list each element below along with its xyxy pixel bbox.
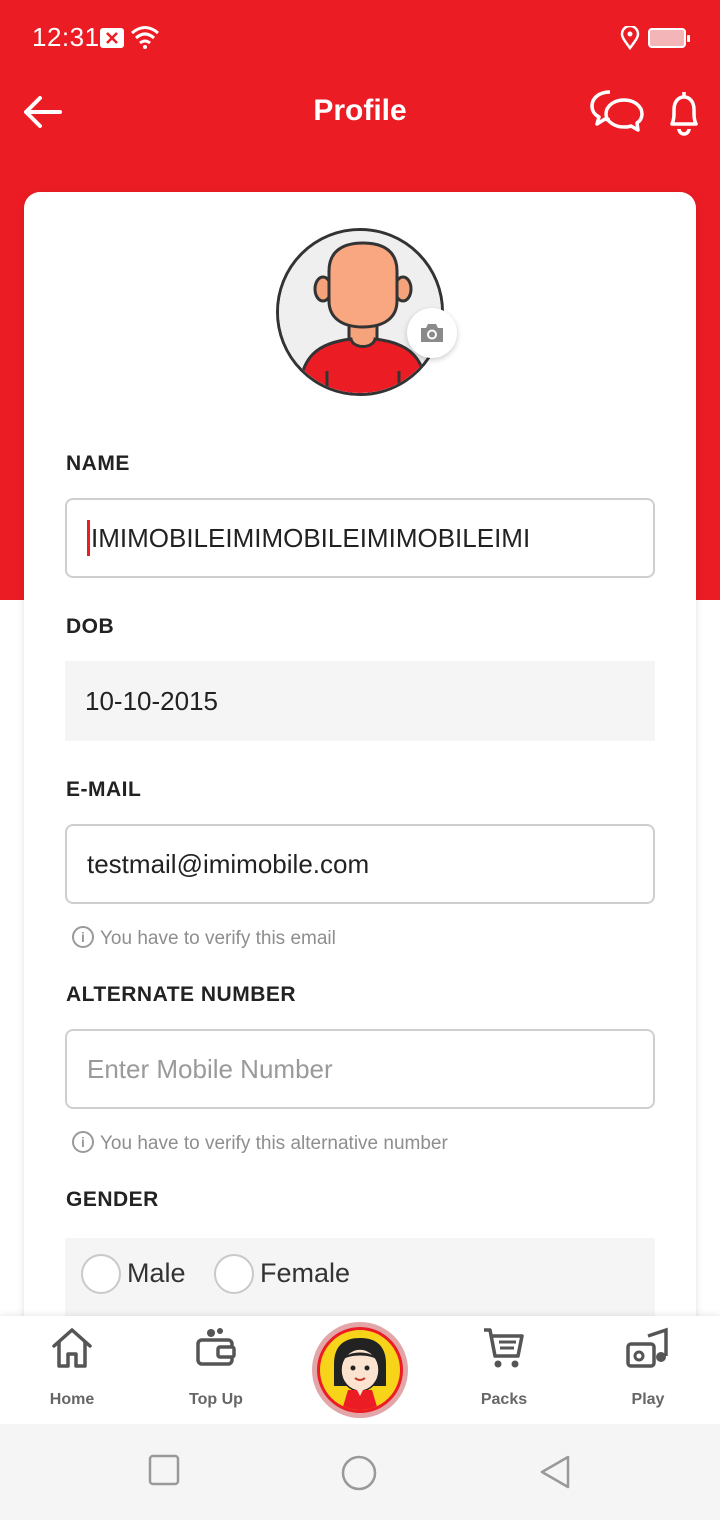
nav-packs[interactable]: Packs — [454, 1316, 554, 1424]
status-time: 12:31 — [32, 22, 100, 52]
gender-male-radio[interactable] — [81, 1254, 121, 1294]
cart-icon — [484, 1328, 524, 1368]
info-icon: i — [72, 1131, 94, 1153]
location-icon — [620, 24, 640, 55]
gender-female-label[interactable]: Female — [260, 1258, 350, 1289]
bell-icon — [670, 92, 698, 136]
dob-value: 10-10-2015 — [85, 686, 218, 716]
email-label: E-MAIL — [66, 778, 142, 801]
nav-topup-label: Top Up — [189, 1391, 243, 1408]
status-bar: 12:31 — [0, 0, 720, 76]
alternate-number-field[interactable] — [65, 1029, 655, 1109]
alternate-number-hint: i You have to verify this alternative num… — [72, 1131, 448, 1155]
name-value: IMIMOBILEIMIMOBILEIMIMOBILEIMI — [91, 523, 531, 553]
chat-icon — [590, 90, 644, 132]
nav-home-label: Home — [49, 1391, 95, 1408]
email-hint: i You have to verify this email — [72, 926, 336, 950]
dob-label: DOB — [66, 615, 115, 638]
alternate-number-label: ALTERNATE NUMBER — [66, 983, 297, 1006]
recent-apps-button[interactable] — [148, 1454, 180, 1486]
battery-icon — [648, 28, 690, 48]
home-icon — [52, 1328, 92, 1368]
name-field[interactable]: IMIMOBILEIMIMOBILEIMIMOBILEIMI — [65, 498, 655, 578]
nav-packs-label: Packs — [480, 1391, 528, 1408]
name-label: NAME — [66, 452, 130, 475]
change-photo-button[interactable] — [407, 308, 457, 358]
info-icon: i — [72, 926, 94, 948]
nav-home[interactable]: Home — [22, 1316, 122, 1424]
home-system-button[interactable] — [340, 1454, 378, 1492]
nav-topup[interactable]: Top Up — [166, 1316, 266, 1424]
camera-icon — [421, 324, 443, 342]
gender-male-label[interactable]: Male — [127, 1258, 186, 1289]
text-cursor — [87, 520, 90, 557]
email-hint-text: You have to verify this email — [100, 928, 336, 950]
center-mascot-button[interactable] — [312, 1322, 408, 1418]
wallet-icon — [196, 1328, 236, 1366]
alternate-number-input[interactable] — [87, 1054, 653, 1085]
gender-female-radio[interactable] — [214, 1254, 254, 1294]
mascot-avatar — [317, 1327, 403, 1413]
alternate-number-hint-text: You have to verify this alternative numb… — [100, 1133, 448, 1155]
nav-play[interactable]: Play — [598, 1316, 698, 1424]
notifications-button[interactable] — [662, 86, 706, 138]
gender-label: GENDER — [66, 1188, 159, 1211]
email-field[interactable]: testmail@imimobile.com — [65, 824, 655, 904]
music-icon — [626, 1327, 668, 1368]
wifi-icon — [130, 24, 160, 55]
system-navigation-bar — [0, 1424, 720, 1520]
nav-play-label: Play — [631, 1391, 665, 1408]
dob-field[interactable]: 10-10-2015 — [65, 661, 655, 741]
back-system-button[interactable] — [538, 1454, 572, 1490]
chat-button[interactable] — [588, 86, 646, 138]
notification-icon — [100, 28, 124, 48]
email-value: testmail@imimobile.com — [87, 849, 370, 879]
mascot-icon — [334, 1338, 386, 1410]
